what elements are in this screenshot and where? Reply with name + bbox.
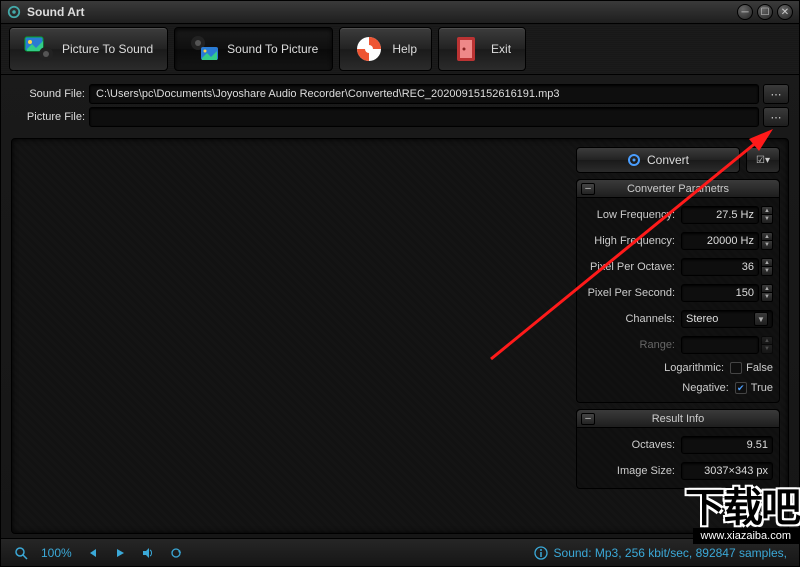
exit-button[interactable]: Exit [438,27,526,71]
logarithmic-value: False [746,362,773,374]
collapse-params-button[interactable]: – [581,183,595,195]
main-area: Convert ☑▾ – Converter Parametrs Low Fre… [11,138,789,534]
channels-select[interactable]: Stereo ▼ [681,310,773,328]
low-frequency-input[interactable] [681,206,759,224]
maximize-button[interactable]: ☐ [757,4,773,20]
logarithmic-label: Logarithmic: [583,362,730,374]
file-rows: Sound File: ⋯ Picture File: ⋯ [1,75,799,134]
sound-file-label: Sound File: [11,88,85,100]
range-spinner: ▲▼ [761,336,773,354]
logarithmic-checkbox[interactable] [730,362,742,374]
play-icon[interactable] [112,545,128,561]
zoom-icon[interactable] [13,545,29,561]
pixel-per-octave-spinner[interactable]: ▲▼ [761,258,773,276]
image-size-value [681,462,773,480]
app-icon [7,5,21,19]
status-info-text: Sound: Mp3, 256 kbit/sec, 892847 samples… [554,546,787,560]
channels-value: Stereo [686,313,718,325]
help-label: Help [392,42,417,56]
convert-label: Convert [647,153,689,167]
statusbar: 100% Sound: Mp3, 256 kbit/sec, 892847 sa… [1,538,799,566]
sound-to-picture-icon [189,34,219,64]
converter-parameters-group: – Converter Parametrs Low Frequency: ▲▼ … [576,179,780,403]
picture-to-sound-label: Picture To Sound [62,42,153,56]
octaves-value [681,436,773,454]
high-frequency-label: High Frequency: [583,235,681,247]
pixel-per-second-label: Pixel Per Second: [583,287,681,299]
pixel-per-octave-label: Pixel Per Octave: [583,261,681,273]
picture-to-sound-icon [24,34,54,64]
channels-label: Channels: [583,313,681,325]
low-frequency-label: Low Frequency: [583,209,681,221]
checklist-icon: ☑▾ [756,155,770,166]
octaves-label: Octaves: [583,439,681,451]
low-frequency-spinner[interactable]: ▲▼ [761,206,773,224]
volume-icon[interactable] [140,545,156,561]
gear-icon [627,153,641,167]
help-icon [354,34,384,64]
sound-file-input[interactable] [89,84,759,104]
minimize-button[interactable]: ─ [737,4,753,20]
close-button[interactable]: ✕ [777,4,793,20]
picture-file-input[interactable] [89,107,759,127]
picture-file-browse-button[interactable]: ⋯ [763,107,789,127]
result-info-heading: Result Info [652,413,705,425]
help-button[interactable]: Help [339,27,432,71]
collapse-result-button[interactable]: – [581,413,595,425]
watermark: 下载吧 www.xiazaiba.com [685,488,799,544]
range-label: Range: [583,339,681,351]
preview-canvas [12,139,576,533]
options-menu-button[interactable]: ☑▾ [746,147,780,173]
converter-parameters-heading: Converter Parametrs [627,183,729,195]
high-frequency-input[interactable] [681,232,759,250]
result-info-group: – Result Info Octaves: Image Size: [576,409,780,489]
image-size-label: Image Size: [583,465,681,477]
skip-back-icon[interactable] [84,545,100,561]
info-icon [534,546,548,560]
pixel-per-octave-input[interactable] [681,258,759,276]
sound-file-browse-button[interactable]: ⋯ [763,84,789,104]
negative-value: True [751,382,773,394]
negative-checkbox[interactable]: ✔ [735,382,747,394]
chevron-down-icon: ▼ [754,312,768,326]
watermark-url: www.xiazaiba.com [693,528,799,544]
watermark-text: 下载吧 [685,488,799,528]
picture-to-sound-button[interactable]: Picture To Sound [9,27,168,71]
sound-to-picture-button[interactable]: Sound To Picture [174,27,333,71]
titlebar: Sound Art ─ ☐ ✕ [1,1,799,23]
pixel-per-second-input[interactable] [681,284,759,302]
side-panel: Convert ☑▾ – Converter Parametrs Low Fre… [576,139,788,533]
range-input [681,336,759,354]
convert-button[interactable]: Convert [576,147,740,173]
pixel-per-second-spinner[interactable]: ▲▼ [761,284,773,302]
loop-icon[interactable] [168,545,184,561]
main-toolbar: Picture To Sound Sound To Picture Help E… [1,23,799,75]
exit-icon [453,34,483,64]
zoom-value: 100% [41,546,72,560]
negative-label: Negative: [583,382,735,394]
high-frequency-spinner[interactable]: ▲▼ [761,232,773,250]
sound-to-picture-label: Sound To Picture [227,42,318,56]
app-title: Sound Art [27,5,733,19]
exit-label: Exit [491,42,511,56]
picture-file-label: Picture File: [11,111,85,123]
